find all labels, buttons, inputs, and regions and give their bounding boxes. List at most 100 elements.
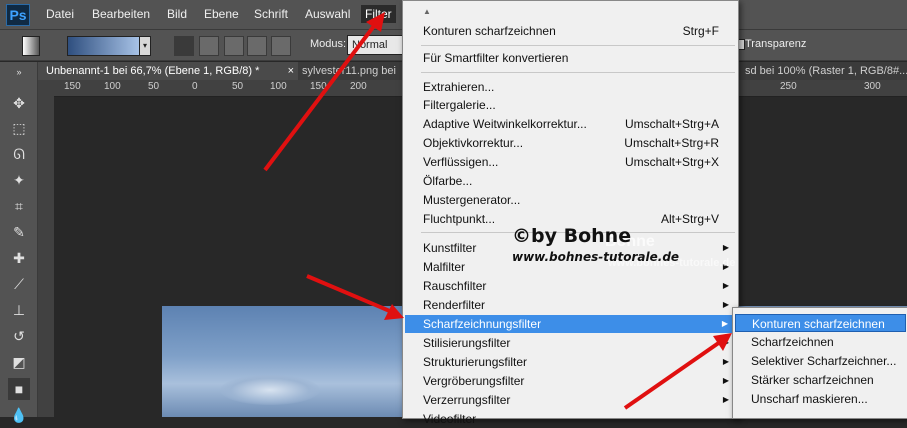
gradient-dropdown-icon[interactable]: ▾ (139, 36, 151, 56)
magic-wand-icon[interactable]: ✦ (8, 169, 30, 191)
vertical-ruler (38, 96, 54, 417)
submenu-item-staerker[interactable]: Stärker scharfzeichnen (751, 371, 907, 389)
menu-filter[interactable]: Filter (361, 5, 396, 23)
menu-item-vergroeberungsfilter[interactable]: Vergröberungsfilter ▶ (423, 372, 729, 390)
submenu-arrow-icon: ▶ (722, 300, 729, 309)
ruler-tick: 50 (232, 81, 244, 92)
crop-tool-icon[interactable]: ⌗ (8, 195, 30, 217)
menu-item-label: Verflüssigen... (423, 155, 499, 169)
menu-item-label: Verzerrungsfilter (423, 393, 511, 407)
gradient-picker[interactable] (67, 36, 141, 56)
collapse-icon[interactable]: » (8, 68, 30, 77)
menu-item-label: Fluchtpunkt... (423, 212, 496, 226)
menu-item-strukturierungsfilter[interactable]: Strukturierungsfilter ▶ (423, 353, 729, 371)
submenu-arrow-icon: ▶ (721, 319, 728, 328)
menu-item-oelfarbe[interactable]: Ölfarbe... (423, 172, 723, 190)
modus-label: Modus: (310, 38, 347, 50)
submenu-arrow-icon: ▶ (722, 376, 729, 385)
history-brush-icon[interactable]: ↺ (8, 325, 30, 347)
menu-item-renderfilter[interactable]: Renderfilter ▶ (423, 296, 729, 314)
menu-item-shortcut: Umschalt+Strg+R (624, 136, 719, 150)
menu-item-shortcut: Alt+Strg+V (660, 212, 719, 226)
menu-item-extrahieren[interactable]: Extrahieren... (423, 78, 723, 96)
menu-separator (421, 72, 735, 73)
healing-brush-icon[interactable]: ✚ (8, 247, 30, 269)
menu-item-label: Rauschfilter (423, 279, 487, 293)
menu-item-rauschfilter[interactable]: Rauschfilter ▶ (423, 277, 729, 295)
menu-bild[interactable]: Bild (163, 5, 191, 23)
submenu-arrow-icon: ▶ (722, 395, 729, 404)
marquee-tool-icon[interactable]: ⬚ (8, 117, 30, 139)
diamond-gradient-button[interactable] (271, 36, 291, 56)
submenu-arrow-icon: ▶ (722, 357, 729, 366)
menu-item-videofilter[interactable]: Videofilter (423, 410, 723, 428)
submenu-arrow-icon: ▶ (722, 281, 729, 290)
photoshop-logo: Ps (6, 4, 30, 26)
eraser-tool-icon[interactable]: ◩ (8, 351, 30, 373)
menu-item-label: Filtergalerie... (423, 98, 496, 112)
tab-unbenannt[interactable]: Unbenannt-1 bei 66,7% (Ebene 1, RGB/8) *… (38, 62, 298, 80)
blur-tool-icon[interactable]: 💧 (8, 404, 30, 426)
menu-item-objektiv[interactable]: Objektivkorrektur... Umschalt+Strg+R (423, 134, 723, 152)
watermark-url: www.bohnes-tutorale.de (512, 250, 680, 264)
menu-item-last-filter[interactable]: Konturen scharfzeichnen Strg+F (423, 22, 723, 40)
clone-stamp-icon[interactable]: ⊥ (8, 299, 30, 321)
radial-gradient-button[interactable] (199, 36, 219, 56)
angle-gradient-button[interactable] (224, 36, 244, 56)
menu-item-label: Kunstfilter (423, 241, 477, 255)
submenu-item-scharfzeichnen[interactable]: Scharfzeichnen (751, 333, 907, 351)
linear-gradient-button[interactable] (174, 36, 194, 56)
scroll-up-icon[interactable]: ▲ (423, 3, 723, 21)
menu-item-smartfilter[interactable]: Für Smartfilter konvertieren (423, 49, 723, 67)
submenu-arrow-icon: ▶ (722, 243, 729, 252)
ruler-tick: 250 (780, 81, 797, 92)
menu-item-label: Videofilter (423, 412, 477, 426)
eyedropper-icon[interactable]: ✎ (8, 221, 30, 243)
menu-schrift[interactable]: Schrift (250, 5, 292, 23)
menu-item-label: Stilisierungsfilter (423, 336, 511, 350)
ruler-tick: 300 (864, 81, 881, 92)
ruler-tick: 50 (148, 81, 160, 92)
gradient-tool-icon[interactable]: ■ (8, 378, 30, 400)
brush-tool-icon[interactable]: ⟋ (8, 273, 30, 295)
menu-item-label: Malfilter (423, 260, 466, 274)
menu-datei[interactable]: Datei (42, 5, 78, 23)
sharpen-submenu: Konturen scharfzeichnen Scharfzeichnen S… (732, 307, 907, 419)
submenu-item-konturen[interactable]: Konturen scharfzeichnen (735, 314, 906, 332)
menu-separator (421, 45, 735, 46)
tab-sd[interactable]: sd bei 100% (Raster 1, RGB/8#... (737, 62, 907, 80)
reflected-gradient-button[interactable] (247, 36, 267, 56)
menu-item-shortcut: Umschalt+Strg+A (624, 117, 719, 131)
ruler-tick: 200 (350, 81, 367, 92)
menu-item-label: Ölfarbe... (423, 174, 473, 188)
watermark-title: ©by Bohne (512, 225, 632, 247)
tab-sylvester[interactable]: sylvester11.png bei (294, 62, 410, 80)
transparency-label: Transparenz (745, 38, 807, 50)
ruler-tick: 0 (192, 81, 198, 92)
menu-item-label: Renderfilter (423, 298, 486, 312)
menu-item-filtergalerie[interactable]: Filtergalerie... (423, 96, 723, 114)
submenu-item-selektiv[interactable]: Selektiver Scharfzeichner... (751, 352, 907, 370)
ruler-tick: 150 (64, 81, 81, 92)
menu-item-label: Strukturierungsfilter (423, 355, 528, 369)
menu-bearbeiten[interactable]: Bearbeiten (88, 5, 154, 23)
gradient-tool-icon[interactable] (22, 36, 40, 56)
menu-ebene[interactable]: Ebene (200, 5, 243, 23)
menu-item-weitwinkel[interactable]: Adaptive Weitwinkelkorrektur... Umschalt… (423, 115, 723, 133)
ruler-tick: 100 (270, 81, 287, 92)
menu-item-scharfzeichnungsfilter[interactable]: Scharfzeichnungsfilter ▶ (405, 315, 736, 333)
menu-item-verzerrungsfilter[interactable]: Verzerrungsfilter ▶ (423, 391, 729, 409)
submenu-item-unscharf[interactable]: Unscharf maskieren... (751, 390, 907, 408)
menu-item-mustergenerator[interactable]: Mustergenerator... (423, 191, 723, 209)
menu-item-label: Objektivkorrektur... (423, 136, 524, 150)
menu-item-label: Vergröberungsfilter (423, 374, 525, 388)
menu-auswahl[interactable]: Auswahl (301, 5, 354, 23)
move-tool-icon[interactable]: ✥ (8, 92, 30, 114)
tab-label: Unbenannt-1 bei 66,7% (Ebene 1, RGB/8) * (46, 65, 260, 77)
menu-item-verfluessigen[interactable]: Verflüssigen... Umschalt+Strg+X (423, 153, 723, 171)
cloud-graphic (220, 375, 320, 405)
menu-item-shortcut: Umschalt+Strg+X (624, 155, 719, 169)
ruler-tick: 150 (310, 81, 327, 92)
menu-item-stilisierungsfilter[interactable]: Stilisierungsfilter ▶ (423, 334, 729, 352)
lasso-tool-icon[interactable]: ᘏ (8, 143, 30, 165)
